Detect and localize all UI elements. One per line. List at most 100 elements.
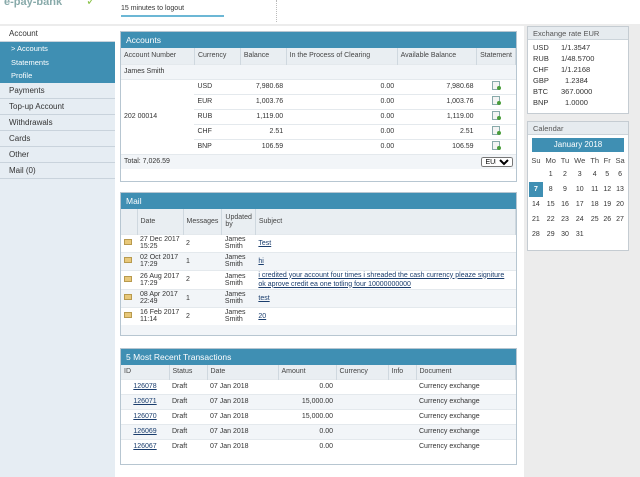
calendar-day[interactable]: 7 — [529, 182, 543, 197]
mail-updated-by: James Smith — [221, 233, 256, 252]
calendar-weekday: Mo — [545, 156, 556, 165]
exchange-panel: Exchange rate EUR USD 1/1.3547 RUB 1/48.57… — [527, 26, 629, 114]
statement-icon[interactable] — [492, 81, 502, 90]
row-currency: CHF — [194, 123, 241, 139]
mail-updated-by: James Smith — [221, 288, 256, 307]
envelope-icon — [124, 275, 132, 282]
nav-mail[interactable]: Mail (0) — [0, 163, 115, 179]
transaction-id-link[interactable]: 126069 — [133, 428, 156, 435]
calendar-day[interactable]: 11 — [588, 182, 601, 197]
calendar-day[interactable]: 10 — [571, 182, 588, 197]
mail-row[interactable]: 26 Aug 2017 17:29 2 James Smith i credit… — [121, 269, 516, 289]
nav-topup[interactable]: Top-up Account — [0, 99, 115, 115]
calendar-weekday: Tu — [560, 156, 570, 165]
mail-messages: 1 — [183, 251, 222, 270]
calendar-day[interactable]: 2 — [559, 167, 572, 182]
calendar-day[interactable]: 25 — [588, 212, 601, 227]
calendar-panel: Calendar January 2018 Su Mo Tu We Th Fr Sa 123… — [527, 121, 629, 251]
calendar-day[interactable]: 16 — [559, 197, 572, 212]
statement-icon[interactable] — [492, 126, 502, 135]
calendar-day[interactable]: 26 — [601, 212, 613, 227]
transaction-status: Draft — [169, 438, 207, 454]
transaction-status: Draft — [169, 378, 207, 394]
col-currency: Currency — [194, 48, 241, 64]
rate-row: BTC 367.0000 — [533, 86, 628, 97]
mail-subject-link[interactable]: Test — [258, 240, 271, 247]
transaction-status: Draft — [169, 393, 207, 409]
calendar-week: 21 22 23 24 25 26 27 — [529, 212, 627, 227]
transactions-footer-space — [121, 454, 516, 464]
calendar-day[interactable]: 13 — [613, 182, 627, 197]
nav-cards[interactable]: Cards — [0, 131, 115, 147]
mail-subject-link[interactable]: test — [258, 295, 269, 302]
mail-subject-link[interactable]: 20 — [258, 313, 266, 320]
statement-icon[interactable] — [492, 96, 502, 105]
calendar-day[interactable]: 1 — [543, 167, 559, 182]
nav-accounts[interactable]: > Accounts — [0, 42, 115, 56]
mail-date: 16 Feb 2017 11:14 — [137, 306, 183, 325]
calendar-day[interactable]: 21 — [529, 212, 543, 227]
mail-row[interactable]: 16 Feb 2017 11:14 2 James Smith 20 — [121, 306, 516, 325]
nav-other[interactable]: Other — [0, 147, 115, 163]
calendar-empty — [588, 227, 601, 242]
col-status: Status — [169, 365, 208, 379]
row-currency: BNP — [194, 138, 241, 154]
nav-withdrawals[interactable]: Withdrawals — [0, 115, 115, 131]
calendar-day[interactable]: 23 — [559, 212, 572, 227]
transaction-id-link[interactable]: 126078 — [133, 383, 156, 390]
calendar-weekday: Th — [590, 156, 600, 165]
calendar-day[interactable]: 5 — [601, 167, 613, 182]
rate-code: CHF — [533, 65, 549, 74]
calendar-day[interactable]: 8 — [543, 182, 559, 197]
rate-code: RUB — [533, 54, 549, 63]
transaction-date: 07 Jan 2018 — [207, 393, 278, 409]
calendar-day[interactable]: 9 — [559, 182, 572, 197]
calendar-day[interactable]: 31 — [571, 227, 588, 242]
calendar-day[interactable]: 15 — [543, 197, 559, 212]
transaction-id-link[interactable]: 126067 — [133, 443, 156, 450]
transaction-id-link[interactable]: 126070 — [133, 413, 156, 420]
nav-statements[interactable]: Statements — [0, 55, 115, 69]
accounts-total: Total: 7,026.59 — [121, 153, 477, 169]
calendar-day[interactable]: 20 — [613, 197, 627, 212]
row-balance: 2.51 — [240, 123, 287, 139]
calendar-day[interactable]: 19 — [601, 197, 613, 212]
mail-row[interactable]: 02 Oct 2017 17:29 1 James Smith hi — [121, 251, 516, 270]
calendar-day[interactable]: 12 — [601, 182, 613, 197]
col-balance: Balance — [240, 48, 287, 64]
row-clearing: 0.00 — [286, 78, 398, 94]
transaction-id-link[interactable]: 126071 — [133, 398, 156, 405]
col-document: Document — [416, 365, 516, 379]
calendar-weekdays: Su Mo Tu We Th Fr Sa — [529, 154, 627, 167]
calendar-empty — [529, 167, 543, 182]
nav-account[interactable]: Account — [0, 26, 115, 42]
calendar-day[interactable]: 17 — [571, 197, 588, 212]
col-id: ID — [121, 365, 170, 379]
calendar-day[interactable]: 18 — [588, 197, 601, 212]
calendar-day[interactable]: 29 — [543, 227, 559, 242]
rate-row: BNP 1.0000 — [533, 97, 628, 108]
calendar-day[interactable]: 28 — [529, 227, 543, 242]
nav-profile[interactable]: Profile — [0, 69, 115, 83]
calendar-day[interactable]: 27 — [613, 212, 627, 227]
col-icon — [121, 209, 138, 234]
calendar-day[interactable]: 22 — [543, 212, 559, 227]
nav-payments[interactable]: Payments — [0, 83, 115, 99]
account-number: 202 00014 — [121, 78, 195, 154]
calendar-day[interactable]: 4 — [588, 167, 601, 182]
mail-subject-link[interactable]: i credited your account four times i shr… — [258, 272, 504, 288]
mail-row[interactable]: 08 Apr 2017 22:49 1 James Smith test — [121, 288, 516, 307]
accounts-footer-space — [121, 169, 516, 181]
total-currency-select[interactable]: EUR — [480, 156, 513, 167]
calendar-day[interactable]: 30 — [559, 227, 572, 242]
calendar-day[interactable]: 14 — [529, 197, 543, 212]
statement-icon[interactable] — [492, 141, 502, 150]
rate-value: 1/48.5700 — [561, 54, 595, 63]
calendar-day[interactable]: 3 — [571, 167, 588, 182]
calendar-day[interactable]: 24 — [571, 212, 588, 227]
mail-row[interactable]: 27 Dec 2017 15:25 2 James Smith Test — [121, 233, 516, 252]
col-updated-by: Updated by — [221, 209, 256, 234]
statement-icon[interactable] — [492, 111, 502, 120]
mail-subject-link[interactable]: hi — [258, 258, 263, 265]
calendar-day[interactable]: 6 — [613, 167, 627, 182]
